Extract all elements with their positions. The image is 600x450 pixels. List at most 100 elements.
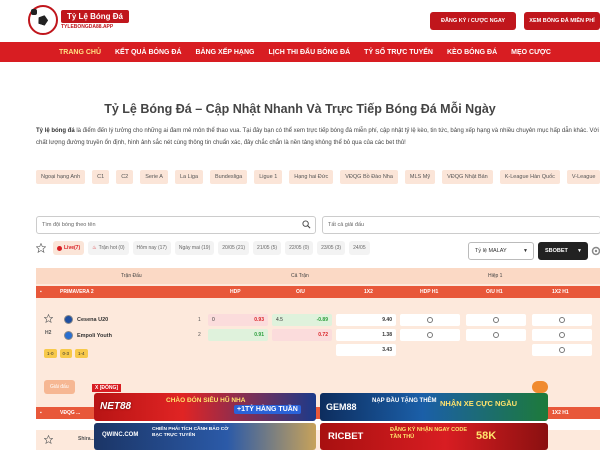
league-tag[interactable]: Serie A xyxy=(140,170,168,184)
ad-text: ĐĂNG KÝ NHẬN NGAY CODE TẦN THỦ xyxy=(390,427,468,440)
odd-value: 1.38 xyxy=(382,332,392,338)
nav-item-livescore[interactable]: TỶ SỐ TRỰC TUYẾN xyxy=(357,49,440,56)
nav-item-home[interactable]: TRANG CHỦ xyxy=(52,49,108,56)
col-1x2-h1: 1X2 H1 xyxy=(552,410,569,416)
odd-locked[interactable] xyxy=(400,329,460,341)
col-hdp: HDP xyxy=(230,289,241,295)
lock-icon xyxy=(493,317,499,323)
odd-ou-away[interactable]: 0.72 xyxy=(272,329,332,341)
intro-bold: Tỷ lệ bóng đá xyxy=(36,128,75,134)
nav-item-standings[interactable]: BẢNG XẾP HẠNG xyxy=(189,49,262,56)
tab-live[interactable]: Live(7) xyxy=(53,241,85,255)
odds-type-select[interactable]: Tỷ lệ MALAY ▼ xyxy=(468,242,534,260)
ad-brand: GEM88 xyxy=(326,402,357,412)
intro-paragraph: Tỷ lệ bóng đá là điểm đến lý tưởng cho n… xyxy=(36,125,600,149)
tab-hot[interactable]: ♨ Trận hot (0) xyxy=(88,241,129,255)
league-tag[interactable]: Ngoại hạng Anh xyxy=(36,170,86,184)
row-index: 1 xyxy=(198,317,201,323)
watch-free-button[interactable]: XEM BÓNG ĐÁ MIỄN PHÍ xyxy=(524,12,600,30)
tab-date[interactable]: 22/05 (0) xyxy=(285,241,314,255)
ad-banner-qwinc[interactable]: QWINC.COM CHIẾN PHÁI TÍCH CẦNH BẢO CỜ BẠ… xyxy=(94,423,316,450)
register-button[interactable]: ĐĂNG KÝ / CƯỢC NGAY xyxy=(430,12,516,30)
nav-item-tips[interactable]: MẸO CƯỢC xyxy=(504,49,558,56)
league-row[interactable]: ▪ PRIMAVERA 2 HDP O/U 1X2 HDP H1 O/U H1 … xyxy=(36,286,600,298)
odd-locked[interactable] xyxy=(466,314,526,326)
logo-subtext: TYLEBONGDA88.APP xyxy=(61,24,114,30)
league-detail-button[interactable]: Giải đấu xyxy=(44,380,75,394)
odd-hdp-away[interactable]: 0.91 xyxy=(208,329,268,341)
lock-icon xyxy=(559,332,565,338)
league-tag[interactable]: K-League Hàn Quốc xyxy=(499,170,560,184)
league-tag[interactable]: C2 xyxy=(116,170,134,184)
league-tag[interactable]: VĐQG Nhật Bản xyxy=(442,170,493,184)
logo-text: Tỷ Lệ Bóng Đá xyxy=(61,10,130,23)
league-tag[interactable]: Hạng hai Đức xyxy=(289,170,334,184)
tab-date[interactable]: 23/05 (3) xyxy=(317,241,346,255)
ad-text: NHẬN XE CỰC NGẦU xyxy=(440,399,518,408)
league-tag[interactable]: La Liga xyxy=(174,170,203,184)
star-icon[interactable] xyxy=(44,314,53,323)
team-search-input[interactable]: Tìm đội bóng theo tên xyxy=(36,216,316,234)
tab-date[interactable]: Ngày mai (19) xyxy=(174,241,215,255)
date-tabs: Live(7) ♨ Trận hot (0) Hôm nay (17) Ngày … xyxy=(36,240,446,256)
bookmaker-select[interactable]: SBOBET ▼ xyxy=(538,242,588,260)
ad-text: NẠP ĐẦU TẶNG THÊM xyxy=(372,398,437,404)
league-tag[interactable]: V-League xyxy=(566,170,600,184)
odd-locked[interactable] xyxy=(532,314,592,326)
star-icon[interactable] xyxy=(36,243,46,253)
nav-item-schedule[interactable]: LỊCH THI ĐẤU BÓNG ĐÁ xyxy=(262,49,358,56)
odd-1x2-home[interactable]: 9.40 xyxy=(336,314,396,326)
odd-locked[interactable] xyxy=(400,314,460,326)
league-tag[interactable]: Ligue 1 xyxy=(254,170,283,184)
odds-type-value: Tỷ lệ MALAY xyxy=(475,248,507,254)
star-icon[interactable] xyxy=(44,435,53,444)
nav-item-results[interactable]: KẾT QUẢ BÓNG ĐÁ xyxy=(108,49,189,56)
tab-date[interactable]: 21/05 (5) xyxy=(253,241,282,255)
odd-1x2-away[interactable]: 1.38 xyxy=(336,329,396,341)
ad-close-button[interactable]: X [ĐÓNG] xyxy=(92,384,122,392)
team-search-placeholder: Tìm đội bóng theo tên xyxy=(42,222,96,228)
home-team-name: Cesena U20 xyxy=(77,316,109,323)
tab-live-label: Live(7) xyxy=(64,245,81,251)
odd-locked[interactable] xyxy=(532,344,592,356)
odd-value: 0.93 xyxy=(254,317,264,323)
league-name: VĐQG ... xyxy=(60,410,81,416)
ad-text: CHÀO ĐÓN SIÊU HŨ NHA xyxy=(166,397,246,404)
tab-date[interactable]: 24/05 xyxy=(349,241,370,255)
collapse-icon[interactable]: ▪ xyxy=(40,410,42,416)
ad-banner-gem88[interactable]: GEM88 NẠP ĐẦU TẶNG THÊM NHẬN XE CỰC NGẦU xyxy=(320,393,548,421)
col-1x2-h1: 1X2 H1 xyxy=(552,289,569,295)
odd-hdp-home[interactable]: 0 0.93 xyxy=(208,314,268,326)
ad-brand: RICBET xyxy=(328,431,364,442)
collapse-icon[interactable]: ▪ xyxy=(40,289,42,295)
league-tag[interactable]: VĐQG Bồ Đào Nha xyxy=(340,170,398,184)
ad-text: CHIẾN PHÁI TÍCH CẦNH BẢO CỜ BẠC TRỰC TUY… xyxy=(152,427,229,438)
odd-ou-home[interactable]: 4.5 -0.89 xyxy=(272,314,332,326)
score-chip: 0-3 xyxy=(59,349,73,358)
tab-date[interactable]: 20/05 (21) xyxy=(218,241,250,255)
table-header: Trận Đấu Cả Trận Hiệp 1 xyxy=(36,268,600,284)
ad-banner-net88[interactable]: NET88 CHÀO ĐÓN SIÊU HŨ NHA +1TỶ HÀNG TUẦ… xyxy=(94,393,316,421)
site-logo[interactable]: Tỷ Lệ Bóng Đá TYLEBONGDA88.APP xyxy=(28,5,130,35)
odd-locked[interactable] xyxy=(466,329,526,341)
search-icon[interactable] xyxy=(302,220,311,229)
nav-item-odds[interactable]: KÈO BÓNG ĐÁ xyxy=(440,49,504,56)
odd-value: 3.43 xyxy=(382,347,392,353)
team-badge-icon xyxy=(64,315,73,324)
home-team[interactable]: Cesena U20 xyxy=(64,315,108,324)
col-ou-h1: O/U H1 xyxy=(486,289,503,295)
odd-locked[interactable] xyxy=(532,329,592,341)
ad-banner-ricbet[interactable]: RICBET ĐĂNG KÝ NHẬN NGAY CODE TẦN THỦ 58… xyxy=(320,423,548,450)
tab-date[interactable]: Hôm nay (17) xyxy=(132,241,171,255)
gear-icon[interactable] xyxy=(591,246,600,256)
tab-hot-label: Trận hot (0) xyxy=(98,245,125,251)
ad-text: +1TỶ HÀNG TUẦN xyxy=(234,405,301,414)
away-team[interactable]: Empoli Youth xyxy=(64,331,112,340)
league-tag[interactable]: MLS Mỹ xyxy=(404,170,436,184)
odd-value: 9.40 xyxy=(382,317,392,323)
league-select[interactable]: Tất cả giải đấu xyxy=(322,216,600,234)
home-team-name[interactable]: Shira... xyxy=(78,436,95,442)
league-tag[interactable]: Bundesliga xyxy=(210,170,248,184)
league-tag[interactable]: C1 xyxy=(92,170,110,184)
odd-1x2-draw[interactable]: 3.43 xyxy=(336,344,396,356)
